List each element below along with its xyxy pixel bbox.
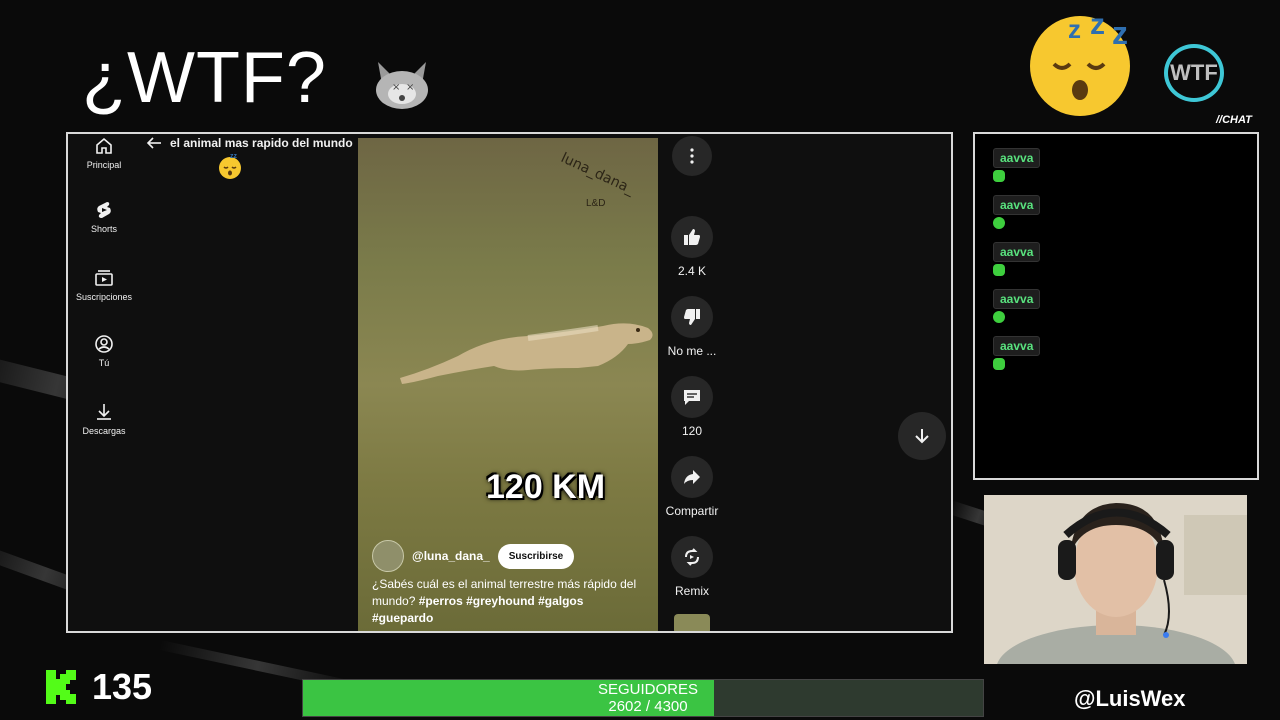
channel-row: @luna_dana_ Suscribirse xyxy=(372,540,575,572)
chat-message: aavva xyxy=(993,148,1041,182)
chat-message: aavva xyxy=(993,195,1041,229)
sidebar-item-label: Shorts xyxy=(90,224,117,234)
kick-logo-icon xyxy=(46,670,76,704)
dislike-button[interactable]: No me ... xyxy=(662,296,722,358)
streamer-image xyxy=(984,495,1247,664)
sidebar-item-shorts[interactable]: Shorts xyxy=(68,200,140,234)
chat-panel: aavva aavva aavva aavva aavva xyxy=(973,132,1259,480)
svg-text:×: × xyxy=(392,82,400,93)
home-icon xyxy=(96,137,112,154)
remix-icon xyxy=(685,548,699,566)
action-column: 2.4 K No me ... 120 Compartir Remix xyxy=(662,134,722,631)
follower-goal-value: 2602 / 4300 xyxy=(608,698,688,715)
follower-goal-bar: SEGUIDORES 2602 / 4300 xyxy=(302,679,984,717)
back-arrow-icon[interactable] xyxy=(146,136,162,150)
like-button[interactable]: 2.4 K xyxy=(662,216,722,278)
thumbs-down-icon xyxy=(684,309,700,325)
sidebar-item-principal[interactable]: Principal xyxy=(68,136,140,170)
share-label: Compartir xyxy=(665,504,719,518)
video-speed-overlay: 120 KM xyxy=(486,468,606,506)
search-query[interactable]: el animal mas rapido del mundo xyxy=(170,136,353,150)
brand-logo: WTF xyxy=(1164,44,1224,102)
chat-username[interactable]: aavva xyxy=(993,148,1041,168)
emote-icon xyxy=(993,217,1005,229)
cheetah-image xyxy=(400,323,653,384)
thumbs-up-icon xyxy=(684,229,700,245)
subscribe-button[interactable]: Suscribirse xyxy=(497,543,575,569)
dislike-label: No me ... xyxy=(667,344,717,358)
sidebar-item-label: Tú xyxy=(98,358,110,368)
sidebar-item-label: Principal xyxy=(86,160,122,170)
like-count: 2.4 K xyxy=(677,264,707,278)
audio-thumbnail[interactable] xyxy=(674,614,710,631)
sidebar-item-descargas[interactable]: Descargas xyxy=(68,402,140,436)
svg-text:z: z xyxy=(1112,15,1128,51)
chat-message: aavva xyxy=(993,289,1041,323)
sleeping-face-icon: z z z xyxy=(1030,14,1130,116)
youtube-sidebar: Principal Shorts Suscripciones Tú Descar… xyxy=(68,134,140,631)
chat-message: aavva xyxy=(993,242,1041,276)
sidebar-item-suscripciones[interactable]: Suscripciones xyxy=(68,268,140,302)
short-video-player[interactable]: luna_dana_ L&D 120 KM @luna_dana_ Suscri… xyxy=(358,138,658,631)
more-options-button[interactable] xyxy=(662,136,722,182)
follower-goal-label: SEGUIDORES xyxy=(597,681,699,698)
sidebar-item-label: Descargas xyxy=(82,426,126,436)
emote-icon xyxy=(993,264,1005,276)
arrow-down-icon xyxy=(915,429,929,444)
emote-icon xyxy=(993,358,1005,370)
comment-icon xyxy=(684,390,700,405)
cat-face-icon: × × xyxy=(376,62,428,109)
more-vertical-icon xyxy=(690,148,694,164)
emote-icon xyxy=(993,311,1005,323)
streamer-handle: @LuisWex xyxy=(1074,686,1186,711)
chat-message: aavva xyxy=(993,336,1041,370)
account-icon xyxy=(95,335,113,353)
chat-tag: //CHAT xyxy=(1216,114,1252,126)
search-header: el animal mas rapido del mundo xyxy=(146,136,353,150)
download-icon xyxy=(97,404,111,420)
channel-avatar[interactable] xyxy=(372,540,404,572)
emote-icon xyxy=(993,170,1005,182)
sleeping-face-icon: zz xyxy=(219,153,241,179)
youtube-shorts-window: Principal Shorts Suscripciones Tú Descar… xyxy=(66,132,953,633)
sidebar-item-label: Suscripciones xyxy=(75,292,133,302)
follower-goal-text: SEGUIDORES 2602 / 4300 xyxy=(593,681,703,715)
remix-label: Remix xyxy=(674,584,709,598)
subscriptions-icon xyxy=(95,270,113,286)
next-video-button[interactable] xyxy=(898,412,946,460)
chat-username[interactable]: aavva xyxy=(993,336,1041,356)
svg-text:z: z xyxy=(1090,14,1105,41)
svg-text:×: × xyxy=(406,82,414,93)
svg-text:z: z xyxy=(1068,14,1081,44)
sidebar-item-tu[interactable]: Tú xyxy=(68,334,140,368)
chat-username[interactable]: aavva xyxy=(993,195,1041,215)
viewer-count: 135 xyxy=(92,666,153,707)
video-watermark-sub: L&D xyxy=(586,198,606,209)
video-watermark: luna_dana_ xyxy=(558,150,637,198)
comment-count: 120 xyxy=(681,424,703,438)
share-button[interactable]: Compartir xyxy=(662,456,722,518)
chat-username[interactable]: aavva xyxy=(993,242,1041,262)
share-icon xyxy=(684,470,700,484)
shorts-icon xyxy=(97,202,111,218)
comments-button[interactable]: 120 xyxy=(662,376,722,438)
overlay-title: ¿WTF? xyxy=(82,38,327,118)
webcam-feed xyxy=(984,495,1247,664)
remix-button[interactable]: Remix xyxy=(662,536,722,598)
video-description: ¿Sabés cuál es el animal terrestre más r… xyxy=(372,576,642,627)
channel-name[interactable]: @luna_dana_ xyxy=(412,549,490,563)
brand-logo-text: WTF xyxy=(1170,60,1218,85)
svg-text:zz: zz xyxy=(230,153,238,160)
chat-username[interactable]: aavva xyxy=(993,289,1041,309)
